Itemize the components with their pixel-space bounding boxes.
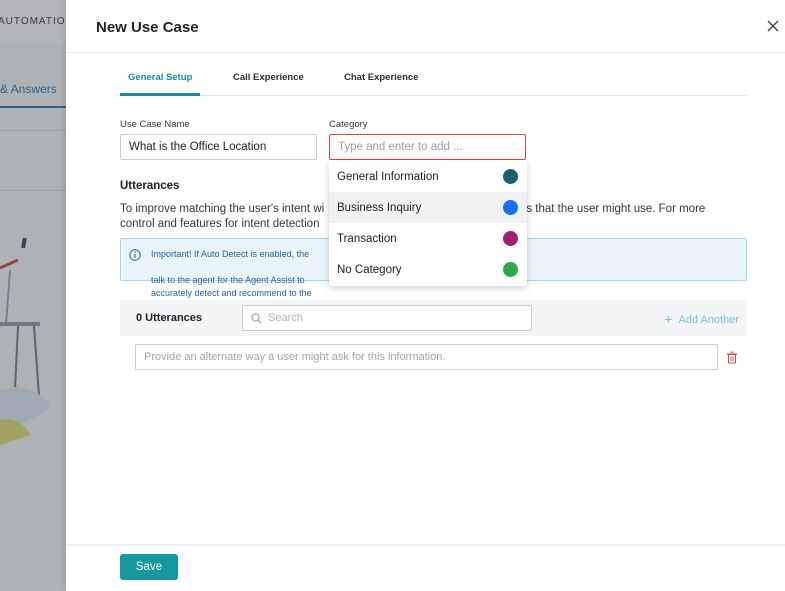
close-icon[interactable]: [765, 18, 781, 34]
category-option-label: General Information: [337, 171, 439, 183]
utterance-search-input[interactable]: Search: [242, 305, 532, 331]
category-option-label: Business Inquiry: [337, 202, 422, 214]
category-option-business-inquiry[interactable]: Business Inquiry: [329, 192, 527, 223]
plus-icon: +: [664, 311, 673, 327]
category-label: Category: [329, 119, 368, 130]
tab-general-setup[interactable]: General Setup: [128, 72, 192, 83]
category-color-dot: [503, 200, 518, 215]
description-text: ces that the user might use. For more: [514, 203, 706, 215]
description-text: To improve matching the user's intent wi: [120, 203, 325, 215]
footer-divider: [66, 544, 785, 546]
utterances-count: 0 Utterances: [136, 312, 203, 324]
category-dropdown: General Information Business Inquiry Tra…: [329, 160, 527, 286]
use-case-name-label: Use Case Name: [120, 119, 190, 130]
search-placeholder: Search: [268, 312, 303, 324]
modal-backdrop[interactable]: [0, 0, 66, 591]
use-case-name-input[interactable]: What is the Office Location: [120, 134, 317, 160]
trash-icon[interactable]: [726, 351, 738, 364]
category-input[interactable]: Type and enter to add ...: [329, 134, 526, 160]
info-line: accurately detect and recommend to the: [151, 288, 312, 298]
category-option-no-category[interactable]: No Category: [329, 254, 527, 285]
add-another-label: Add Another: [678, 314, 739, 326]
new-use-case-panel: New Use Case General Setup Call Experien…: [66, 0, 785, 591]
category-color-dot: [503, 231, 518, 246]
panel-title: New Use Case: [96, 19, 199, 36]
active-tab-indicator: [120, 93, 200, 96]
tab-chat-experience[interactable]: Chat Experience: [344, 72, 418, 83]
category-color-dot: [503, 262, 518, 277]
save-button[interactable]: Save: [120, 554, 178, 580]
category-option-label: Transaction: [337, 233, 397, 245]
tab-call-experience[interactable]: Call Experience: [233, 72, 304, 83]
background-app: AUTOMATIO & Answers: [0, 0, 66, 591]
category-color-dot: [503, 169, 518, 184]
category-option-transaction[interactable]: Transaction: [329, 223, 527, 254]
utterances-toolbar: 0 Utterances Search + Add Another: [120, 300, 747, 336]
tab-bar: General Setup Call Experience Chat Exper…: [120, 62, 747, 96]
alternate-utterance-input[interactable]: Provide an alternate way a user might as…: [135, 344, 718, 370]
category-option-general-information[interactable]: General Information: [329, 161, 527, 192]
header-divider: [66, 52, 785, 53]
category-placeholder: Type and enter to add ...: [338, 141, 463, 153]
add-another-button[interactable]: + Add Another: [664, 311, 739, 327]
search-icon: [251, 313, 262, 324]
utterances-title: Utterances: [120, 180, 180, 192]
info-icon: [129, 249, 141, 261]
category-option-label: No Category: [337, 264, 402, 276]
